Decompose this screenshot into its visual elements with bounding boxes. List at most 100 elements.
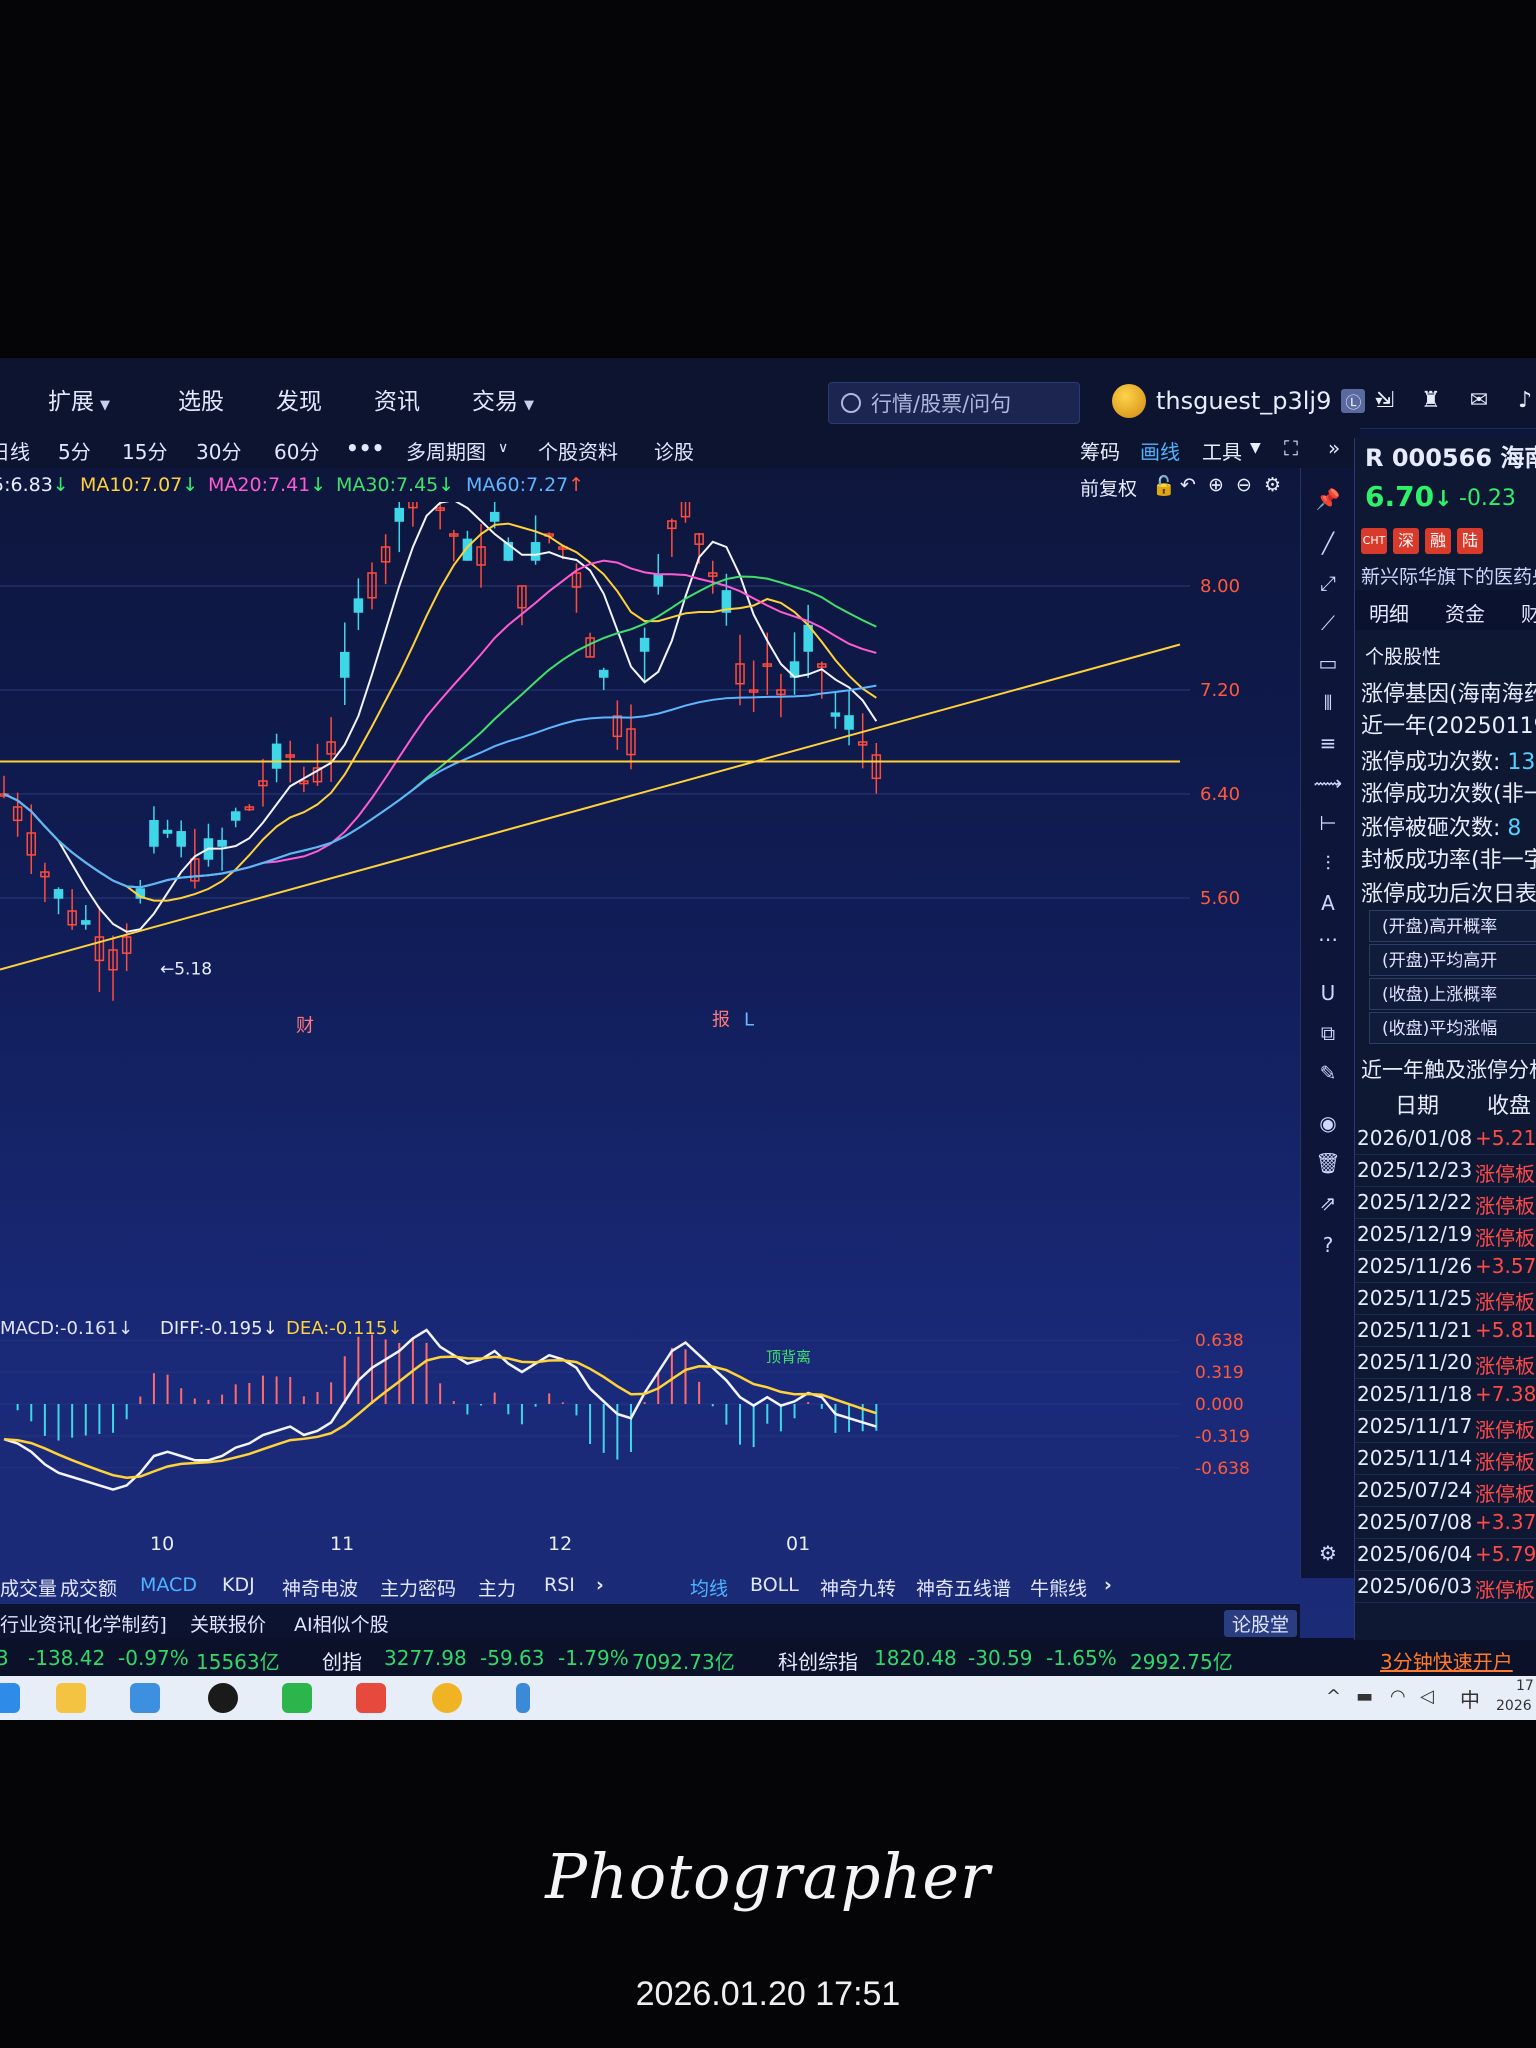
table-row[interactable]: 2025/11/17 涨停板	[1355, 1410, 1536, 1443]
tab-macd[interactable]: MACD	[140, 1574, 197, 1596]
stock-profile-button[interactable]: 个股资料	[538, 436, 618, 465]
table-row[interactable]: 2025/12/23 涨停板	[1355, 1154, 1536, 1187]
tab-finance[interactable]: 财	[1521, 598, 1536, 627]
lock-icon[interactable]: 🔓	[1152, 474, 1176, 497]
tab-ai-similar[interactable]: AI相似个股	[294, 1610, 389, 1637]
control-panel-icon[interactable]	[130, 1683, 160, 1713]
parallel-tool-icon[interactable]: ⦀	[1313, 688, 1343, 718]
tab-turnover[interactable]: 成交额	[60, 1574, 117, 1601]
fan-tool-icon[interactable]: ⟿	[1313, 768, 1343, 798]
period-15min[interactable]: 15分	[122, 436, 167, 465]
table-row[interactable]: 2025/11/25 涨停板	[1355, 1282, 1536, 1315]
chevron-right-icon[interactable]: ›	[596, 1574, 604, 1596]
menu-discover[interactable]: 发现	[276, 382, 322, 416]
zoom-in-icon[interactable]: ⊕	[1208, 474, 1224, 496]
menu-trade[interactable]: 交易 ▼	[472, 382, 534, 416]
quick-open-account-link[interactable]: 3分钟快速开户	[1380, 1646, 1513, 1675]
adjust-mode[interactable]: 前复权	[1080, 474, 1137, 501]
table-row[interactable]: 2025/12/22 涨停板	[1355, 1186, 1536, 1219]
help-icon[interactable]: ?	[1313, 1230, 1343, 1260]
fullscreen-icon[interactable]: ⛶	[1284, 436, 1298, 460]
table-row[interactable]: 2025/12/19 涨停板	[1355, 1218, 1536, 1251]
eye-icon[interactable]: ◉	[1313, 1108, 1343, 1138]
share-icon[interactable]: ⇗	[1313, 1188, 1343, 1218]
tab-ma[interactable]: 均线	[690, 1574, 728, 1601]
tab-magic-five[interactable]: 神奇五线谱	[916, 1574, 1011, 1601]
table-row[interactable]: 2025/06/03 涨停板	[1355, 1570, 1536, 1603]
table-row[interactable]: 2025/07/08+3.37%	[1355, 1506, 1536, 1539]
pin-icon[interactable]: 📌	[1313, 484, 1343, 514]
search-input[interactable]: 行情/股票/问句	[828, 382, 1080, 424]
tab-rsi[interactable]: RSI	[544, 1574, 575, 1596]
tab-funds[interactable]: 资金	[1445, 598, 1485, 627]
multi-period-dropdown[interactable]: 多周期图	[406, 436, 486, 465]
menu-expand[interactable]: 扩展 ▼	[48, 382, 110, 416]
line-tool-icon[interactable]: ╱	[1313, 528, 1343, 558]
table-row[interactable]: 2025/11/21+5.81%	[1355, 1314, 1536, 1347]
tab-kdj[interactable]: KDJ	[222, 1574, 255, 1596]
forum-button[interactable]: 论股堂	[1224, 1610, 1298, 1637]
ths-app-icon[interactable]	[432, 1683, 462, 1713]
measure-tool-icon[interactable]: ⊢	[1313, 808, 1343, 838]
volume-icon[interactable]: ◁	[1420, 1686, 1434, 1707]
table-row[interactable]: 2025/11/26+3.57%	[1355, 1250, 1536, 1283]
period-60min[interactable]: 60分	[274, 436, 319, 465]
menu-news[interactable]: 资讯	[374, 382, 420, 416]
table-row[interactable]: 2025/06/04+5.79%	[1355, 1538, 1536, 1571]
tools-dropdown[interactable]: 工具	[1202, 436, 1242, 465]
settings-gear-icon[interactable]: ⚙	[1313, 1538, 1343, 1568]
ime-indicator[interactable]: 中	[1460, 1684, 1480, 1713]
ray-tool-icon[interactable]: ⤢	[1313, 568, 1343, 598]
more-tools-icon[interactable]: ⋯	[1313, 924, 1343, 954]
tab-bull-bear[interactable]: 牛熊线	[1030, 1574, 1087, 1601]
period-5min[interactable]: 5分	[58, 436, 91, 465]
edit-icon[interactable]: ✎	[1313, 1058, 1343, 1088]
table-row[interactable]: 2025/07/24 涨停板	[1355, 1474, 1536, 1507]
copy-icon[interactable]: ⧉	[1313, 1018, 1343, 1048]
double-chevron-right-icon[interactable]: »	[1328, 436, 1340, 460]
menu-stock-picker[interactable]: 选股	[178, 382, 224, 416]
channel-tool-icon[interactable]: ≡	[1313, 728, 1343, 758]
settings-gear-icon[interactable]: ⚙	[1264, 474, 1281, 496]
diagnose-button[interactable]: 诊股	[654, 436, 694, 465]
folder-icon[interactable]	[56, 1683, 86, 1713]
tab-magic-nine[interactable]: 神奇九转	[820, 1574, 896, 1601]
table-row[interactable]: 2025/11/20 涨停板	[1355, 1346, 1536, 1379]
chips-button[interactable]: 筹码	[1080, 436, 1120, 465]
fib-tool-icon[interactable]: ⫶	[1313, 848, 1343, 878]
tab-magic-wave[interactable]: 神奇电波	[282, 1574, 358, 1601]
tab-volume[interactable]: 成交量	[0, 1574, 57, 1601]
chevron-right-icon[interactable]: ›	[1104, 1574, 1112, 1596]
mail-icon[interactable]: ✉	[1466, 388, 1492, 414]
segment-tool-icon[interactable]: ⟋	[1313, 608, 1343, 638]
user-menu[interactable]: thsguest_p3lj9 Ⓛ ▾	[1112, 384, 1382, 418]
qq-icon[interactable]	[208, 1683, 238, 1713]
kline-chart[interactable]: 8.808.007.206.405.60←9.24←5.18财报LMACD:-0…	[0, 502, 1300, 1562]
tray-chevron-icon[interactable]: ^	[1326, 1686, 1341, 1707]
period-30min[interactable]: 30分	[196, 436, 241, 465]
draw-line-button[interactable]: 画线	[1140, 436, 1180, 465]
trash-icon[interactable]: 🗑	[1313, 1148, 1343, 1178]
table-row[interactable]: 2025/11/14 涨停板	[1355, 1442, 1536, 1475]
browser-icon[interactable]	[0, 1683, 20, 1713]
wifi-icon[interactable]: ◠	[1390, 1686, 1406, 1707]
shirt-icon[interactable]: ♜	[1418, 388, 1444, 414]
tab-boll[interactable]: BOLL	[750, 1574, 799, 1596]
table-row[interactable]: 2026/01/08 +5.21	[1355, 1122, 1536, 1155]
more-periods-button[interactable]: •••	[346, 436, 384, 460]
bell-icon[interactable]: ♪	[1512, 388, 1536, 414]
tab-industry-news[interactable]: 行业资讯[化学制药]	[0, 1610, 167, 1637]
tab-related-quotes[interactable]: 关联报价	[190, 1610, 266, 1637]
rect-tool-icon[interactable]: ▭	[1313, 648, 1343, 678]
wechat-icon[interactable]	[282, 1683, 312, 1713]
table-row[interactable]: 2025/11/18+7.38%	[1355, 1378, 1536, 1411]
wps-icon[interactable]	[356, 1683, 386, 1713]
tab-detail[interactable]: 明细	[1369, 598, 1409, 627]
period-daily[interactable]: 日线	[0, 436, 30, 465]
active-window-icon[interactable]	[516, 1683, 530, 1713]
tab-main[interactable]: 主力	[478, 1574, 516, 1601]
text-tool-icon[interactable]: A	[1313, 888, 1343, 918]
zoom-out-icon[interactable]: ⊖	[1236, 474, 1252, 496]
magnet-icon[interactable]: U	[1313, 978, 1343, 1008]
tab-main-code[interactable]: 主力密码	[380, 1574, 456, 1601]
